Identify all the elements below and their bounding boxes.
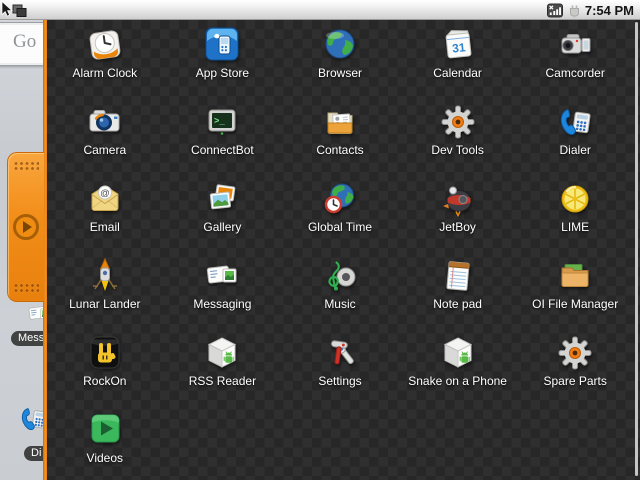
app-oi-file-manager[interactable]: OI File Manager	[516, 251, 634, 328]
global-time-icon	[320, 179, 360, 219]
app-contacts[interactable]: Contacts	[281, 97, 399, 174]
google-widget-text: Go	[13, 31, 37, 52]
status-bar: 7:54 PM	[0, 0, 640, 20]
handle-grip-dots-bottom	[14, 283, 39, 293]
clock-time: 7:54 PM	[584, 2, 634, 18]
app-label: LIME	[561, 220, 590, 234]
app-messaging[interactable]: Messaging	[164, 251, 282, 328]
app-label: RSS Reader	[188, 374, 257, 388]
app-label: Dialer	[559, 143, 591, 157]
app-camera[interactable]: Camera	[46, 97, 164, 174]
dialer-icon	[555, 102, 595, 142]
gallery-icon	[202, 179, 242, 219]
app-notepad[interactable]: Note pad	[399, 251, 517, 328]
android-screen: 7:54 PM Go Mess Di Alarm Clock App Store…	[0, 0, 640, 480]
app-email[interactable]: Email	[46, 174, 164, 251]
jetboy-icon	[438, 179, 478, 219]
connectbot-icon	[202, 102, 242, 142]
app-lunar-lander[interactable]: Lunar Lander	[46, 251, 164, 328]
app-label: App Store	[195, 66, 250, 80]
app-label: Email	[89, 220, 120, 234]
app-videos[interactable]: Videos	[46, 405, 164, 480]
music-icon	[320, 256, 360, 296]
app-label: Snake on a Phone	[408, 374, 507, 388]
app-snake[interactable]: Snake on a Phone	[399, 328, 517, 405]
app-calendar[interactable]: Calendar	[399, 20, 517, 97]
browser-icon	[320, 25, 360, 65]
videos-icon	[85, 410, 125, 450]
messaging-icon	[202, 256, 242, 296]
oi-file-manager-icon	[555, 256, 595, 296]
app-label: Calendar	[433, 66, 482, 80]
app-label: Browser	[317, 66, 362, 80]
app-label: Messaging	[193, 297, 252, 311]
status-bar-right: 7:54 PM	[546, 0, 634, 20]
app-store-icon	[202, 25, 242, 65]
drawer-handle[interactable]	[7, 152, 44, 302]
app-settings[interactable]: Settings	[281, 328, 399, 405]
drawer-arrow-icon	[13, 214, 39, 240]
app-label: Dev Tools	[431, 143, 484, 157]
calendar-icon	[438, 25, 478, 65]
app-label: Camera	[83, 143, 127, 157]
app-label: Camcorder	[545, 66, 605, 80]
app-app-store[interactable]: App Store	[164, 20, 282, 97]
handle-grip-dots-top	[14, 161, 39, 171]
camcorder-icon	[555, 25, 595, 65]
app-dev-tools[interactable]: Dev Tools	[399, 97, 517, 174]
snake-icon	[438, 333, 478, 373]
mouse-cursor-icon	[1, 1, 27, 17]
lunar-lander-icon	[85, 256, 125, 296]
app-alarm-clock[interactable]: Alarm Clock	[46, 20, 164, 97]
no-signal-icon	[546, 3, 563, 17]
app-label: Settings	[318, 374, 362, 388]
app-label: RockOn	[83, 374, 127, 388]
app-label: OI File Manager	[532, 297, 619, 311]
contacts-icon	[320, 102, 360, 142]
notepad-icon	[438, 256, 478, 296]
app-music[interactable]: Music	[281, 251, 399, 328]
app-label: Global Time	[307, 220, 372, 234]
app-connectbot[interactable]: ConnectBot	[164, 97, 282, 174]
app-browser[interactable]: Browser	[281, 20, 399, 97]
app-label: Note pad	[433, 297, 482, 311]
app-label: Music	[324, 297, 356, 311]
app-label: Spare Parts	[543, 374, 607, 388]
spare-parts-icon	[555, 333, 595, 373]
app-camcorder[interactable]: Camcorder	[516, 20, 634, 97]
app-gallery[interactable]: Gallery	[164, 174, 282, 251]
app-label: JetBoy	[439, 220, 476, 234]
app-label: Alarm Clock	[72, 66, 138, 80]
app-grid: Alarm Clock App Store Browser Calendar C…	[46, 20, 634, 480]
email-icon	[85, 179, 125, 219]
google-search-widget[interactable]: Go	[0, 22, 46, 66]
app-label: Contacts	[316, 143, 364, 157]
app-dialer[interactable]: Dialer	[516, 97, 634, 174]
dialer-shortcut-icon[interactable]	[17, 402, 46, 436]
alarm-clock-icon	[85, 25, 125, 65]
rss-reader-icon	[202, 333, 242, 373]
app-label: Videos	[86, 451, 124, 465]
app-spare-parts[interactable]: Spare Parts	[516, 328, 634, 405]
app-jetboy[interactable]: JetBoy	[399, 174, 517, 251]
app-rss-reader[interactable]: RSS Reader	[164, 328, 282, 405]
settings-icon	[320, 333, 360, 373]
app-label: Gallery	[203, 220, 242, 234]
app-global-time[interactable]: Global Time	[281, 174, 399, 251]
rockon-icon	[85, 333, 125, 373]
dev-tools-icon	[438, 102, 478, 142]
drawer-scrollbar[interactable]	[635, 22, 638, 476]
app-label: Lunar Lander	[69, 297, 141, 311]
lime-icon	[555, 179, 595, 219]
battery-charging-icon	[569, 5, 579, 17]
app-rockon[interactable]: RockOn	[46, 328, 164, 405]
app-lime[interactable]: LIME	[516, 174, 634, 251]
app-label: ConnectBot	[191, 143, 254, 157]
messaging-shortcut-label: Mess	[11, 331, 46, 346]
camera-icon	[85, 102, 125, 142]
